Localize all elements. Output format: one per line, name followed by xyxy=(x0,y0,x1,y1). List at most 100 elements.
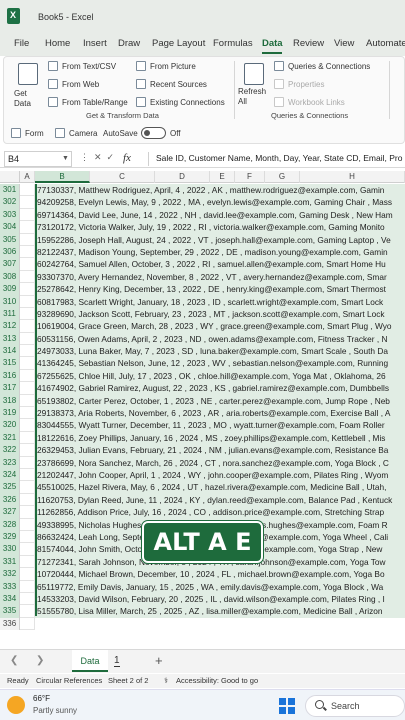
chevron-down-icon[interactable]: ▼ xyxy=(62,155,69,162)
row-header[interactable]: 324 xyxy=(0,468,20,482)
cancel-confirm-icons[interactable]: ⋮ ✕ ✓ xyxy=(80,152,114,163)
tab-home[interactable]: Home xyxy=(45,38,70,49)
row-header[interactable]: 308 xyxy=(0,270,20,284)
row-header[interactable]: 336 xyxy=(0,617,20,631)
tab-data[interactable]: Data xyxy=(262,38,283,49)
cell-b[interactable]: 60531156, Owen Adams, April, 2 , 2023 , … xyxy=(35,332,405,346)
cell-a[interactable] xyxy=(20,382,35,395)
windows-start-icon[interactable] xyxy=(279,698,295,714)
column-header-f[interactable]: F xyxy=(235,171,265,183)
row-header[interactable]: 330 xyxy=(0,543,20,556)
row-header[interactable]: 318 xyxy=(0,394,20,408)
add-sheet-button[interactable]: + xyxy=(155,653,163,668)
cell-a[interactable] xyxy=(20,592,35,606)
tab-view[interactable]: View xyxy=(334,38,354,49)
cell-a[interactable] xyxy=(20,295,35,308)
row-header[interactable]: 312 xyxy=(0,320,20,333)
cell-a[interactable] xyxy=(20,468,35,482)
cell-a[interactable] xyxy=(20,444,35,457)
recent-sources-button[interactable]: Recent Sources xyxy=(150,80,207,89)
camera-button[interactable]: Camera xyxy=(69,129,97,138)
tab-draw[interactable]: Draw xyxy=(118,38,140,49)
tab-automate[interactable]: Automate xyxy=(366,38,405,49)
row-header[interactable]: 320 xyxy=(0,419,20,432)
cell-b[interactable]: 73120172, Victoria Walker, July, 19 , 20… xyxy=(35,221,405,234)
chevron-left-icon[interactable]: ❮ xyxy=(10,655,18,666)
cell-a[interactable] xyxy=(20,456,35,469)
cell-a[interactable] xyxy=(20,332,35,346)
row-header[interactable]: 309 xyxy=(0,283,20,296)
cell-b[interactable]: 26329453, Julian Evans, February, 21 , 2… xyxy=(35,444,405,457)
column-header-g[interactable]: G xyxy=(265,171,300,183)
row-header[interactable]: 303 xyxy=(0,208,20,222)
cell-b[interactable]: 82122437, Madison Young, September, 29 ,… xyxy=(35,245,405,259)
cell-b[interactable]: 41674902, Gabriel Ramirez, August, 22 , … xyxy=(35,382,405,395)
cell-b[interactable]: 23786699, Nora Sanchez, March, 26 , 2024… xyxy=(35,456,405,469)
from-text-csv-button[interactable]: From Text/CSV xyxy=(62,62,116,71)
select-all-corner[interactable] xyxy=(0,171,20,183)
properties-button[interactable]: Properties xyxy=(288,80,324,89)
row-header[interactable]: 333 xyxy=(0,580,20,593)
chevron-right-icon[interactable]: ❯ xyxy=(36,655,44,666)
cell-b[interactable]: 45510025, Hazel Rivera, May, 6 , 2024 , … xyxy=(35,481,405,494)
status-accessibility[interactable]: Accessibility: Good to go xyxy=(176,676,258,685)
row-header[interactable]: 321 xyxy=(0,431,20,445)
tab-insert[interactable]: Insert xyxy=(83,38,107,49)
row-header[interactable]: 310 xyxy=(0,295,20,308)
row-header[interactable]: 315 xyxy=(0,357,20,370)
cell-a[interactable] xyxy=(20,307,35,321)
column-header-b[interactable]: B xyxy=(35,171,90,183)
insert-function-icon[interactable]: fx xyxy=(123,152,131,164)
sheet-tab-data[interactable]: Data xyxy=(72,650,108,672)
cell-a[interactable] xyxy=(20,221,35,234)
workbook-links-button[interactable]: Workbook Links xyxy=(288,98,345,107)
cell-b[interactable]: 11262856, Addison Price, July, 16 , 2024… xyxy=(35,506,405,519)
column-header-e[interactable]: E xyxy=(210,171,235,183)
get-data-button[interactable]: Get Data xyxy=(14,89,42,109)
refresh-all-button[interactable]: Refresh All xyxy=(238,87,268,107)
cell-b[interactable]: 93289690, Jackson Scott, February, 23 , … xyxy=(35,307,405,321)
weather-sun-icon[interactable] xyxy=(7,696,25,714)
form-button[interactable]: Form xyxy=(25,129,44,138)
row-header[interactable]: 305 xyxy=(0,233,20,246)
column-header-a[interactable]: A xyxy=(20,171,35,183)
row-header[interactable]: 316 xyxy=(0,369,20,383)
row-header[interactable]: 334 xyxy=(0,592,20,606)
cell-a[interactable] xyxy=(20,283,35,296)
cell-b[interactable]: 15952286, Joseph Hall, August, 24 , 2022… xyxy=(35,233,405,246)
column-header-d[interactable]: D xyxy=(155,171,210,183)
cell-a[interactable] xyxy=(20,320,35,333)
row-header[interactable]: 335 xyxy=(0,605,20,618)
tab-formulas[interactable]: Formulas xyxy=(213,38,253,49)
cell-a[interactable] xyxy=(20,245,35,259)
cell-a[interactable] xyxy=(20,518,35,531)
cell-a[interactable] xyxy=(20,258,35,271)
autosave-toggle[interactable] xyxy=(141,127,166,139)
row-header[interactable]: 332 xyxy=(0,568,20,581)
cell-b[interactable]: 10720444, Michael Brown, December, 10 , … xyxy=(35,568,405,581)
spreadsheet-grid[interactable]: A B C D E F G H 301 77130337, Matthew Rod… xyxy=(0,171,405,643)
cell-a[interactable] xyxy=(20,345,35,358)
column-header-h[interactable]: H xyxy=(300,171,405,183)
cell-a[interactable] xyxy=(20,196,35,209)
cell-a[interactable] xyxy=(20,208,35,222)
status-circular-references[interactable]: Circular References xyxy=(36,676,102,685)
cell-b[interactable]: 14533203, David Wilson, February, 20 , 2… xyxy=(35,592,405,606)
row-header[interactable]: 302 xyxy=(0,196,20,209)
tab-file[interactable]: File xyxy=(14,38,29,49)
row-header[interactable]: 331 xyxy=(0,555,20,569)
row-header[interactable]: 319 xyxy=(0,407,20,420)
cell-a[interactable] xyxy=(20,431,35,445)
row-header[interactable]: 323 xyxy=(0,456,20,469)
cell-b[interactable]: 65193802, Carter Perez, October, 1 , 202… xyxy=(35,394,405,408)
formula-input[interactable]: Sale ID, Customer Name, Month, Day, Year… xyxy=(156,153,405,163)
cell-a[interactable] xyxy=(20,233,35,246)
row-header[interactable]: 314 xyxy=(0,345,20,358)
cell-b[interactable]: 29138373, Aria Roberts, November, 6 , 20… xyxy=(35,407,405,420)
cell-b[interactable]: 41364245, Sebastian Nelson, June, 12 , 2… xyxy=(35,357,405,370)
queries-connections-button[interactable]: Queries & Connections xyxy=(288,62,370,71)
cell-a[interactable] xyxy=(20,493,35,507)
cell-b[interactable]: 69714364, David Lee, June, 14 , 2022 , N… xyxy=(35,208,405,222)
cell-b[interactable]: 24973033, Luna Baker, May, 7 , 2023 , SD… xyxy=(35,345,405,358)
cell-b[interactable]: 21202447, John Cooper, April, 1 , 2024 ,… xyxy=(35,468,405,482)
